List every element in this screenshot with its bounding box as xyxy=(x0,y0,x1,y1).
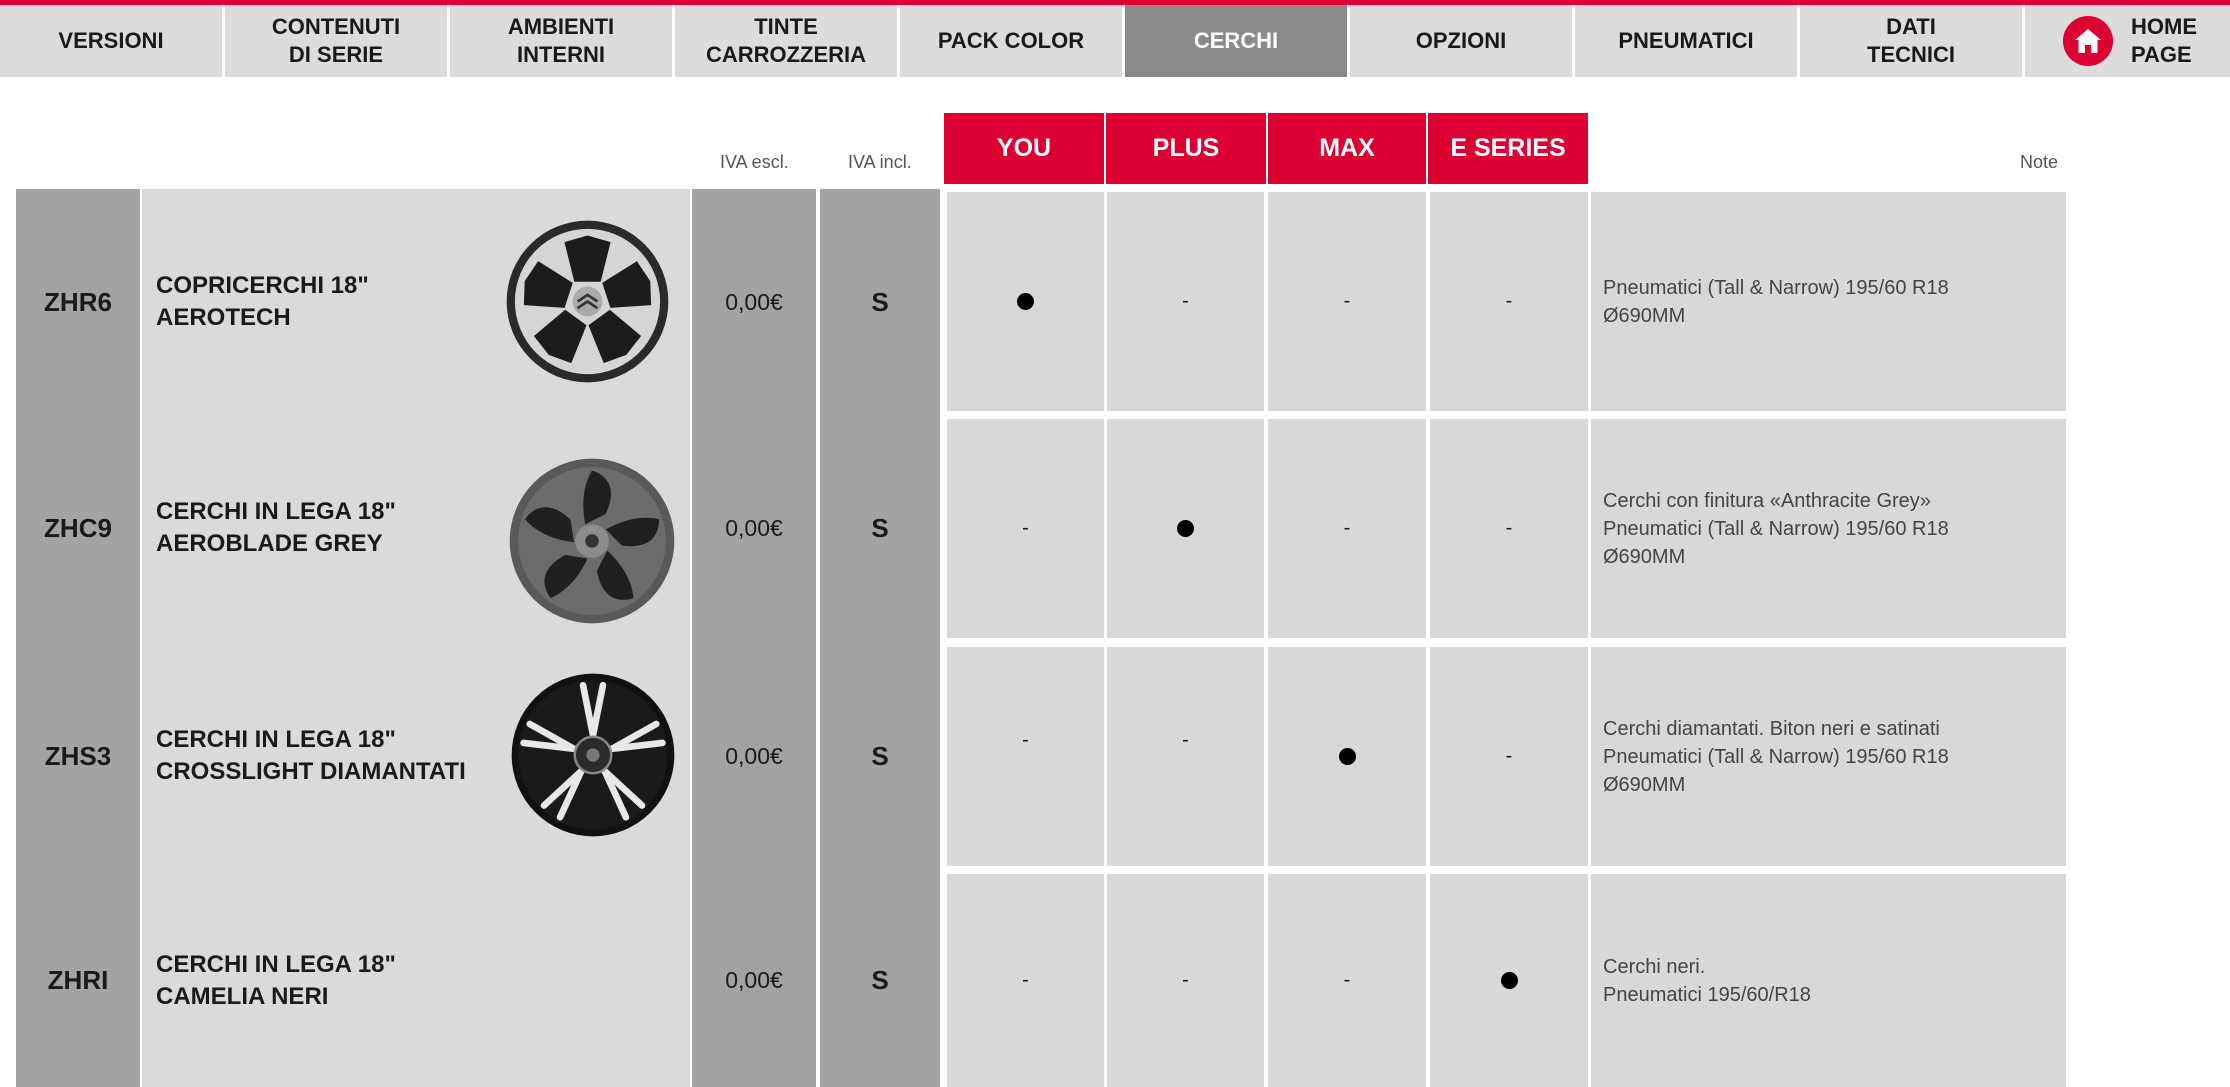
row-1-plus-cell: - xyxy=(1107,192,1264,411)
row-2-price-excl: 0,00€ xyxy=(725,514,783,541)
wheel-crosslight-image xyxy=(511,673,675,837)
row-4-max-cell: - xyxy=(1268,874,1426,1087)
row-3-price-incl: S xyxy=(871,740,889,771)
iva-incl-header: IVA incl. xyxy=(848,152,912,172)
row-4-price-excl: 0,00€ xyxy=(725,967,783,993)
row-3-plus-cell: - xyxy=(1107,647,1264,866)
iva-escl-header: IVA escl. xyxy=(720,152,789,172)
row-1-e-series-cell: - xyxy=(1430,192,1588,411)
row-3-description: CERCHI IN LEGA 18" CROSSLIGHT DIAMANTATI xyxy=(156,726,466,785)
version-header-e-series: E SERIES xyxy=(1428,113,1588,184)
row-4-description: CERCHI IN LEGA 18" CAMELIA NERI xyxy=(156,950,396,1010)
row-4-plus-cell: - xyxy=(1107,874,1264,1087)
home-page-label: HOME PAGE xyxy=(2131,14,2197,67)
row-1-price-excl: 0,00€ xyxy=(725,288,783,315)
nav-contenuti-di-serie[interactable]: CONTENUTI DI SERIE xyxy=(225,5,450,77)
version-header-plus: PLUS xyxy=(1106,113,1266,184)
row-2-code: ZHC9 xyxy=(44,512,112,543)
nav-ambienti-interni[interactable]: AMBIENTI INTERNI xyxy=(450,5,675,77)
nav-home-page[interactable]: HOME PAGE xyxy=(2025,5,2230,77)
nav-tinte-carrozzeria[interactable]: TINTE CARROZZERIA xyxy=(675,5,900,77)
nav-pack-color[interactable]: PACK COLOR xyxy=(900,5,1125,77)
row-3-max-cell xyxy=(1268,647,1426,866)
row-2-description: CERCHI IN LEGA 18" AEROBLADE GREY xyxy=(156,498,396,557)
home-icon xyxy=(2063,16,2113,66)
row-2-price-incl: S xyxy=(871,512,889,543)
row-3-price-excl: 0,00€ xyxy=(725,742,783,769)
availability-dot xyxy=(1177,520,1194,537)
top-navigation: VERSIONI CONTENUTI DI SERIE AMBIENTI INT… xyxy=(0,5,2230,77)
version-header-max: MAX xyxy=(1268,113,1426,184)
row-4-price-incl: S xyxy=(871,965,889,995)
row-2-max-cell: - xyxy=(1268,419,1426,638)
row-2-e-series-cell: - xyxy=(1430,419,1588,638)
row-1-code: ZHR6 xyxy=(44,286,112,317)
availability-dot xyxy=(1338,748,1356,765)
row-2-note: Cerchi con finitura «Anthracite Grey» Pn… xyxy=(1591,419,2066,638)
row-1-description: COPRICERCHI 18" AEROTECH xyxy=(156,272,369,331)
row-2-you-cell: - xyxy=(947,419,1104,638)
row-3-you-cell: - xyxy=(947,647,1104,866)
nav-opzioni[interactable]: OPZIONI xyxy=(1350,5,1575,77)
wheel-aeroblade-image xyxy=(509,458,675,624)
row-4-e-series-cell xyxy=(1430,874,1588,1087)
wheel-aerotech-image xyxy=(506,220,669,383)
row-4-code: ZHRI xyxy=(47,965,109,995)
nav-versioni[interactable]: VERSIONI xyxy=(0,5,225,77)
row-2-plus-cell xyxy=(1107,419,1264,638)
row-1-price-incl: S xyxy=(871,286,889,317)
row-3-code: ZHS3 xyxy=(44,740,112,771)
version-header-you: YOU xyxy=(944,113,1104,184)
row-1-max-cell: - xyxy=(1268,192,1426,411)
nav-cerchi[interactable]: CERCHI xyxy=(1125,5,1350,77)
availability-dot xyxy=(1017,293,1034,310)
nav-dati-tecnici[interactable]: DATI TECNICI xyxy=(1800,5,2025,77)
row-4-note: Cerchi neri. Pneumatici 195/60/R18 xyxy=(1591,874,2066,1087)
row-3-e-series-cell: - xyxy=(1430,647,1588,866)
row-1-you-cell xyxy=(947,192,1104,411)
note-header: Note xyxy=(2020,152,2059,172)
availability-dot xyxy=(1500,972,1518,989)
nav-pneumatici[interactable]: PNEUMATICI xyxy=(1575,5,1800,77)
row-1-note: Pneumatici (Tall & Narrow) 195/60 R18 Ø6… xyxy=(1591,192,2066,411)
row-3-note: Cerchi diamantati. Biton neri e satinati… xyxy=(1591,647,2066,866)
row-4-you-cell: - xyxy=(947,874,1104,1087)
